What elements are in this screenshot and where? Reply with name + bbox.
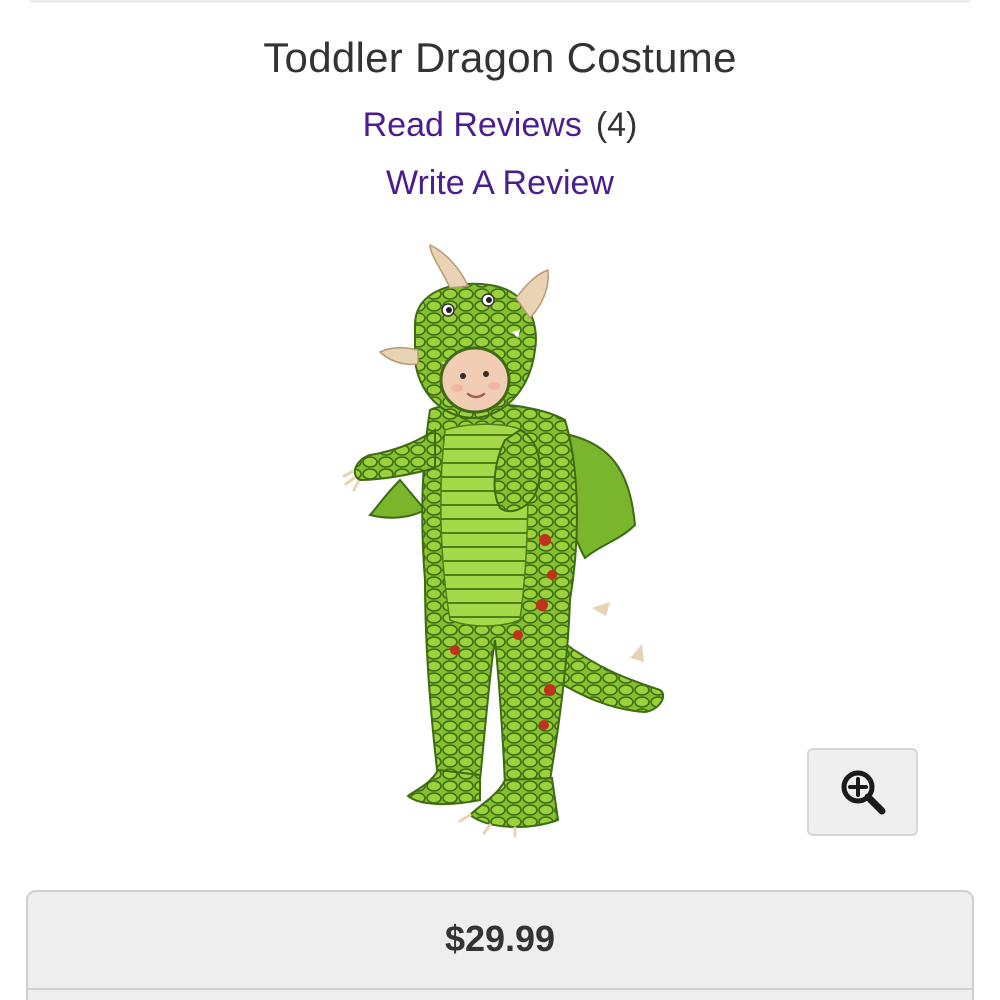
write-review-link[interactable]: Write A Review	[386, 164, 614, 202]
read-reviews-link[interactable]: Read Reviews	[363, 106, 582, 144]
write-review-row: Write A Review	[0, 164, 1000, 203]
price-divider	[28, 988, 972, 990]
product-image[interactable]	[330, 240, 680, 850]
top-divider	[30, 0, 970, 3]
product-page: Toddler Dragon Costume Read Reviews (4) W…	[0, 0, 1000, 1000]
reviews-row: Read Reviews (4)	[0, 106, 1000, 145]
review-count: (4)	[595, 106, 638, 144]
price-box: $29.99	[26, 890, 974, 1000]
price: $29.99	[444, 918, 556, 959]
zoom-in-icon	[841, 770, 885, 815]
zoom-button[interactable]	[807, 748, 918, 836]
product-title: Toddler Dragon Costume	[263, 34, 737, 81]
